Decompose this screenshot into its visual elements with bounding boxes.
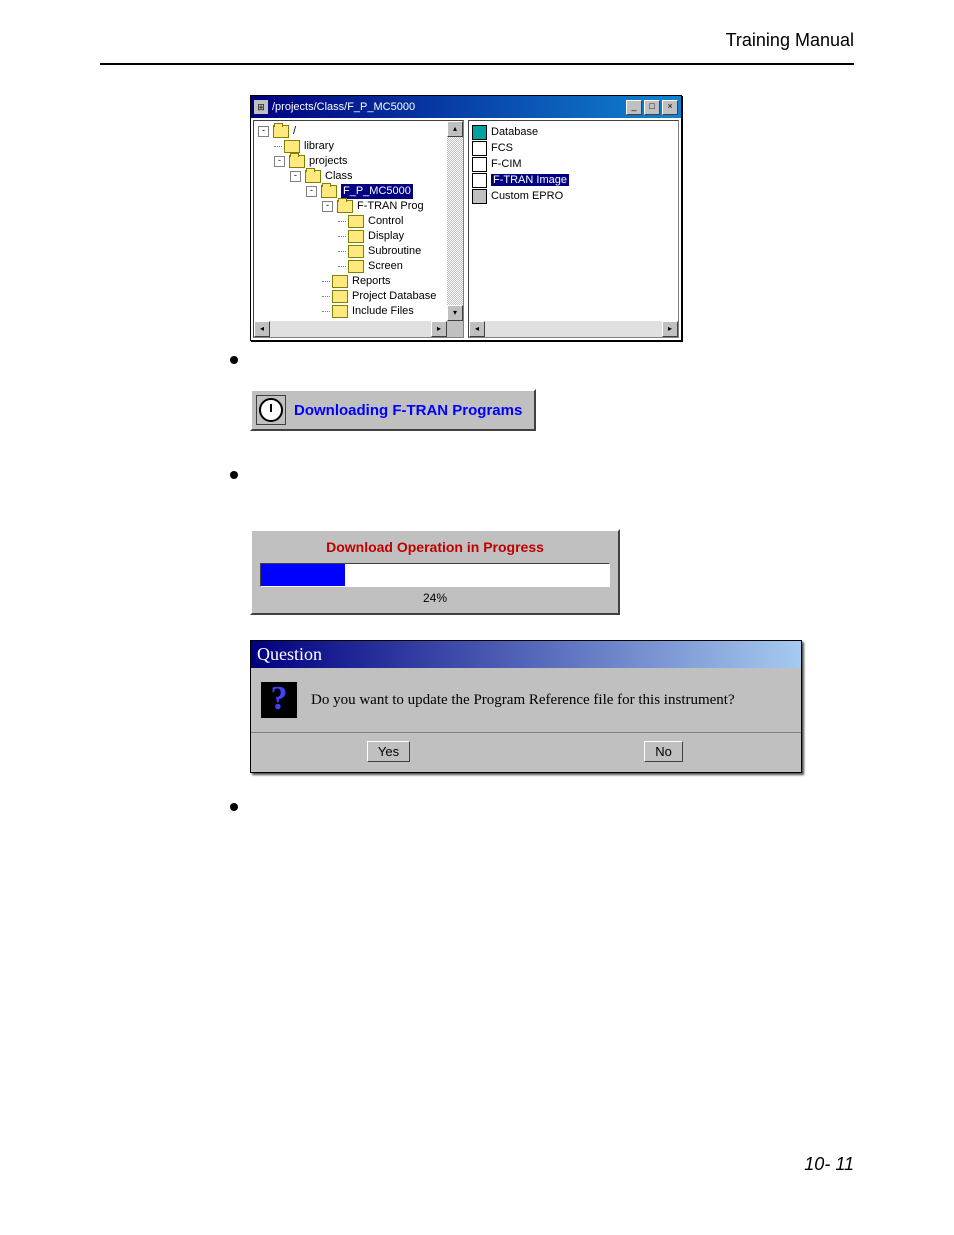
tree-item-label: Include Files bbox=[352, 304, 414, 319]
list-item-label: FCS bbox=[491, 142, 513, 154]
tree-item[interactable]: Display bbox=[258, 229, 459, 244]
list-item[interactable]: F-TRAN Image bbox=[472, 172, 675, 188]
folder-icon bbox=[332, 275, 348, 288]
maximize-button[interactable]: □ bbox=[644, 100, 660, 115]
yes-button[interactable]: Yes bbox=[367, 741, 410, 762]
folder-icon bbox=[348, 260, 364, 273]
tree-item-label: Reports bbox=[352, 274, 391, 289]
tree-item[interactable]: Include Files bbox=[258, 304, 459, 319]
expander-icon[interactable]: - bbox=[290, 171, 301, 182]
list-item-label: Database bbox=[491, 126, 538, 138]
doc-icon bbox=[472, 173, 487, 188]
tree-item[interactable]: Control bbox=[258, 214, 459, 229]
tree-item-label: Control bbox=[368, 214, 403, 229]
tree-item[interactable]: Subroutine bbox=[258, 244, 459, 259]
progress-window: Download Operation in Progress 24% bbox=[250, 529, 620, 615]
folder-icon bbox=[289, 155, 305, 168]
scroll-right-icon[interactable]: ▸ bbox=[431, 321, 447, 337]
list-item[interactable]: Custom EPRO bbox=[472, 188, 675, 204]
list-item[interactable]: F-CIM bbox=[472, 156, 675, 172]
tree-item[interactable]: Reports bbox=[258, 274, 459, 289]
db-icon bbox=[472, 125, 487, 140]
tree-item-label: Class bbox=[325, 169, 353, 184]
tree-item-label: F-TRAN Prog bbox=[357, 199, 424, 214]
tree-item-label: projects bbox=[309, 154, 348, 169]
question-dialog: Question ? Do you want to update the Pro… bbox=[250, 640, 802, 773]
tree-item[interactable]: library bbox=[258, 139, 459, 154]
app-icon: ⊞ bbox=[254, 100, 268, 114]
list-item-label: F-CIM bbox=[491, 158, 522, 170]
folder-icon bbox=[284, 140, 300, 153]
window-title: /projects/Class/F_P_MC5000 bbox=[272, 101, 626, 113]
scroll-left-icon[interactable]: ◂ bbox=[254, 321, 270, 337]
page-footer: 10- 11 bbox=[804, 1154, 854, 1175]
list-item[interactable]: FCS bbox=[472, 140, 675, 156]
tree-item-label: F_P_MC5000 bbox=[341, 184, 413, 199]
tree-hscroll[interactable]: ◂ ▸ bbox=[254, 321, 447, 337]
folder-icon bbox=[348, 215, 364, 228]
tree-item-label: / bbox=[293, 124, 296, 139]
bullet-3 bbox=[230, 803, 854, 811]
clock-icon bbox=[256, 395, 286, 425]
tree-item-label: Display bbox=[368, 229, 404, 244]
minimize-button[interactable]: _ bbox=[626, 100, 642, 115]
list-item[interactable]: Database bbox=[472, 124, 675, 140]
tree-pane[interactable]: -/library-projects-Class-F_P_MC5000-F-TR… bbox=[253, 120, 464, 338]
question-title: Question bbox=[251, 641, 801, 668]
list-item-label: F-TRAN Image bbox=[491, 174, 569, 186]
expander-icon[interactable]: - bbox=[274, 156, 285, 167]
question-icon: ? bbox=[261, 682, 297, 718]
tree-item[interactable]: - Class bbox=[258, 169, 459, 184]
expander-icon[interactable]: - bbox=[322, 201, 333, 212]
folder-icon bbox=[321, 185, 337, 198]
progress-title: Download Operation in Progress bbox=[260, 539, 610, 555]
fcs-icon bbox=[472, 141, 487, 156]
list-item-label: Custom EPRO bbox=[491, 190, 563, 202]
folder-icon bbox=[337, 200, 353, 213]
folder-icon bbox=[273, 125, 289, 138]
scroll-down-icon[interactable]: ▾ bbox=[447, 305, 463, 321]
bullet-1 bbox=[230, 356, 854, 364]
tree-item[interactable]: - F_P_MC5000 bbox=[258, 184, 459, 199]
tree-item-label: Subroutine bbox=[368, 244, 421, 259]
progress-percent: 24% bbox=[260, 591, 610, 605]
scroll-right-icon[interactable]: ▸ bbox=[662, 321, 678, 337]
close-button[interactable]: × bbox=[662, 100, 678, 115]
page-header: Training Manual bbox=[100, 30, 854, 63]
tree-item[interactable]: Project Database bbox=[258, 289, 459, 304]
fcim-icon bbox=[472, 157, 487, 172]
window-titlebar[interactable]: ⊞ /projects/Class/F_P_MC5000 _ □ × bbox=[251, 96, 681, 118]
folder-icon bbox=[305, 170, 321, 183]
tree-item[interactable]: -/ bbox=[258, 124, 459, 139]
chip-icon bbox=[472, 189, 487, 204]
scroll-left-icon[interactable]: ◂ bbox=[469, 321, 485, 337]
folder-icon bbox=[332, 305, 348, 318]
tree-item-label: library bbox=[304, 139, 334, 154]
folder-icon bbox=[348, 245, 364, 258]
no-button[interactable]: No bbox=[644, 741, 683, 762]
project-window: ⊞ /projects/Class/F_P_MC5000 _ □ × -/lib… bbox=[250, 95, 682, 341]
expander-icon[interactable]: - bbox=[306, 186, 317, 197]
folder-icon bbox=[332, 290, 348, 303]
downloading-label: Downloading F-TRAN Programs bbox=[294, 402, 522, 419]
downloading-panel: Downloading F-TRAN Programs bbox=[250, 389, 536, 431]
tree-item[interactable]: - F-TRAN Prog bbox=[258, 199, 459, 214]
question-message: Do you want to update the Program Refere… bbox=[311, 692, 735, 709]
bullet-2 bbox=[230, 471, 854, 479]
header-rule bbox=[100, 63, 854, 65]
tree-item[interactable]: Screen bbox=[258, 259, 459, 274]
tree-item-label: Project Database bbox=[352, 289, 436, 304]
tree-vscroll[interactable]: ▴ ▾ bbox=[447, 121, 463, 321]
tree-item-label: Screen bbox=[368, 259, 403, 274]
folder-icon bbox=[348, 230, 364, 243]
list-hscroll[interactable]: ◂ ▸ bbox=[469, 321, 678, 337]
expander-icon[interactable]: - bbox=[258, 126, 269, 137]
progress-fill bbox=[261, 564, 345, 586]
progress-bar bbox=[260, 563, 610, 587]
tree-item[interactable]: - projects bbox=[258, 154, 459, 169]
scroll-up-icon[interactable]: ▴ bbox=[447, 121, 463, 137]
list-pane[interactable]: DatabaseFCSF-CIMF-TRAN ImageCustom EPRO … bbox=[468, 120, 679, 338]
